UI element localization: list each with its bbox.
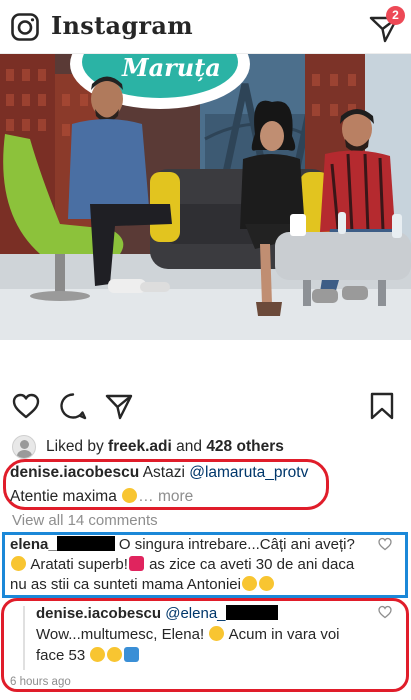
view-all-comments-link[interactable]: View all 14 comments	[12, 512, 158, 529]
red-heart-icon	[128, 556, 144, 571]
kiss-emoji-icon	[107, 647, 123, 662]
caption-ellipsis: …	[138, 488, 154, 505]
notification-badge: 2	[386, 6, 405, 25]
liker-username[interactable]: freek.adi	[108, 438, 172, 456]
caption-line2: Atentie maxima	[10, 488, 117, 505]
reply-thread-line	[23, 606, 25, 670]
grin-emoji-icon	[258, 576, 274, 591]
flushed-emoji-icon	[11, 556, 26, 571]
reply-text-a: Wow...multumesc, Elena!	[36, 626, 205, 643]
comment-item: elena_ O singura intrebare...Câți ani av…	[10, 535, 374, 595]
redacted-name	[56, 536, 115, 551]
like-heart-icon[interactable]	[11, 391, 41, 421]
show-sign-text: Maruța	[121, 54, 221, 82]
wink-emoji-icon	[90, 647, 106, 662]
camera-icon[interactable]	[10, 12, 40, 42]
reply-username[interactable]: denise.iacobescu	[36, 605, 161, 622]
app-logo: Instagram	[51, 11, 193, 40]
post-timestamp: 6 hours ago	[10, 676, 71, 688]
liker-avatar	[12, 435, 36, 459]
bookmark-icon[interactable]	[367, 391, 397, 421]
reply-like-heart-icon[interactable]	[378, 605, 392, 619]
hugging-emoji-icon	[209, 626, 225, 641]
post-caption: denise.iacobescu Astazi @lamaruta_protv …	[10, 461, 328, 509]
top-bar: Instagram 2	[0, 0, 411, 54]
more-link[interactable]: more	[158, 488, 193, 505]
comment-text-b: Aratati superb!	[30, 556, 128, 573]
caption-username[interactable]: denise.iacobescu	[10, 464, 139, 481]
likes-count[interactable]: 428 others	[206, 438, 284, 456]
comment-username[interactable]: elena_	[10, 536, 57, 553]
reply-mention[interactable]: @elena_	[165, 605, 225, 622]
share-icon[interactable]	[104, 391, 134, 421]
reply-item: denise.iacobescu @elena_ Wow...multumesc…	[36, 603, 370, 666]
caption-mention[interactable]: @lamaruta_protv	[189, 464, 308, 481]
photo-bottom-margin	[0, 340, 411, 380]
post-photo[interactable]: Maruța	[0, 54, 411, 340]
comment-text-a: O singura intrebare...Câți ani aveți?	[118, 536, 355, 553]
likes-prefix: Liked by	[46, 438, 104, 455]
redacted-name	[225, 605, 278, 620]
caption-text: Astazi	[142, 464, 185, 481]
butterfly-icon	[124, 647, 140, 662]
comment-like-heart-icon[interactable]	[378, 537, 392, 551]
likes-row[interactable]: Liked by freek.adi and 428 others	[12, 434, 284, 460]
grin-emoji-icon	[122, 488, 138, 503]
likes-connector: and	[176, 438, 202, 455]
comment-icon[interactable]	[58, 391, 88, 421]
grin-emoji-icon	[241, 576, 257, 591]
